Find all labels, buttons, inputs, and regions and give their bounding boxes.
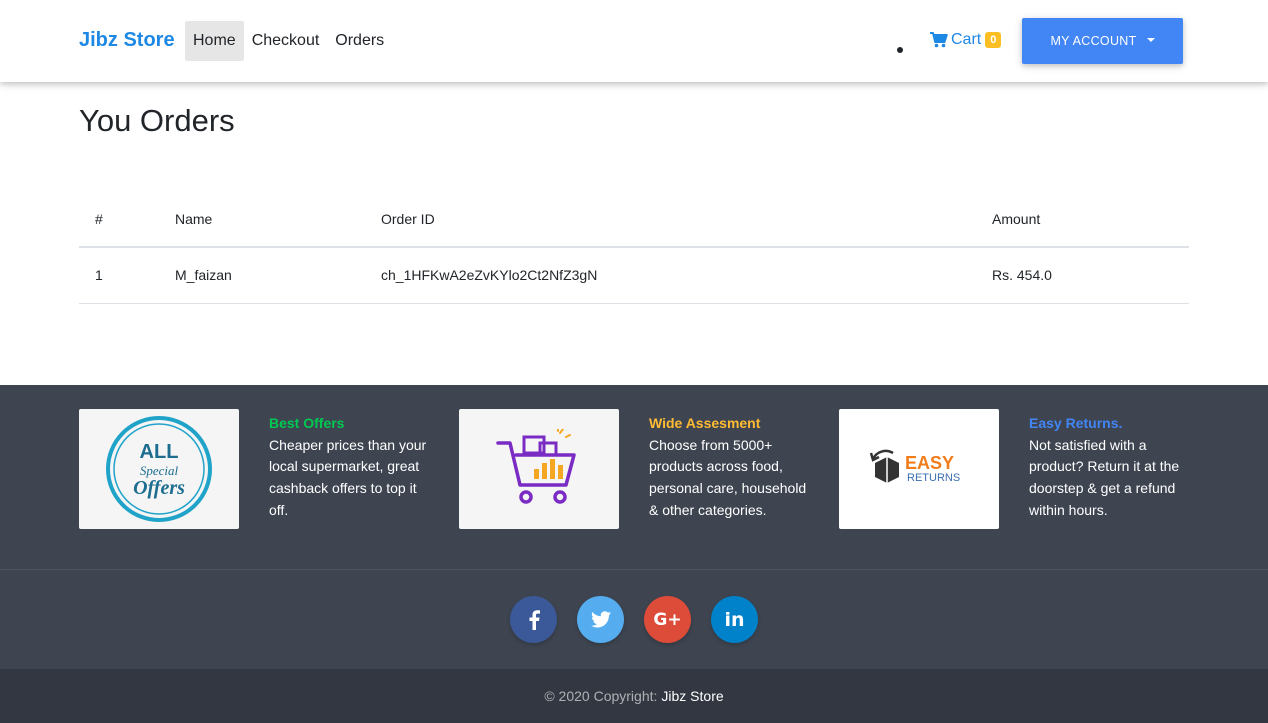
orders-table: # Name Order ID Amount 1 M_faizan ch_1HF… bbox=[79, 191, 1189, 304]
facebook-button[interactable] bbox=[510, 596, 557, 643]
nav-link-checkout[interactable]: Checkout bbox=[244, 21, 328, 61]
feature-title-best-offers: Best Offers bbox=[269, 415, 345, 431]
feature-easy-returns: Easy Returns. Not satisfied with a produ… bbox=[1029, 413, 1194, 522]
cell-name: M_faizan bbox=[159, 247, 365, 304]
feature-title-wide-assesment: Wide Assesment bbox=[649, 415, 761, 431]
social-section: G+ in bbox=[0, 569, 1268, 669]
easy-returns-image: EASY RETURNS bbox=[839, 409, 999, 529]
column-header-number: # bbox=[79, 191, 159, 248]
nav-link-orders[interactable]: Orders bbox=[327, 21, 392, 61]
column-header-amount: Amount bbox=[976, 191, 1189, 248]
copyright-bar: © 2020 Copyright: Jibz Store bbox=[0, 669, 1268, 723]
column-header-order-id: Order ID bbox=[365, 191, 976, 248]
column-header-name: Name bbox=[159, 191, 365, 248]
return-box-icon: EASY RETURNS bbox=[869, 449, 960, 484]
svg-text:ALL: ALL bbox=[140, 441, 179, 463]
wide-assesment-image bbox=[459, 409, 619, 529]
svg-text:Offers: Offers bbox=[133, 477, 185, 499]
cart-link[interactable]: Cart 0 bbox=[930, 31, 1002, 49]
features-section: ALL Special Offers Best Offers Cheaper p… bbox=[0, 385, 1268, 569]
feature-title-easy-returns: Easy Returns. bbox=[1029, 415, 1123, 431]
cell-amount: Rs. 454.0 bbox=[976, 247, 1189, 304]
facebook-icon bbox=[529, 609, 540, 630]
table-header-row: # Name Order ID Amount bbox=[79, 191, 1189, 248]
cell-number: 1 bbox=[79, 247, 159, 304]
google-plus-button[interactable]: G+ bbox=[644, 596, 691, 643]
linkedin-icon: in bbox=[724, 608, 745, 631]
google-plus-icon: G+ bbox=[653, 609, 682, 630]
feature-text-wide-assesment: Choose from 5000+ products across food, … bbox=[649, 436, 807, 518]
copyright-text: © 2020 Copyright: bbox=[544, 688, 658, 704]
cart-count-badge: 0 bbox=[985, 32, 1002, 48]
caret-down-icon bbox=[1146, 38, 1155, 42]
feature-best-offers: Best Offers Cheaper prices than your loc… bbox=[269, 413, 434, 522]
my-account-label: MY ACCOUNT bbox=[1050, 34, 1137, 48]
special-offers-badge: ALL Special Offers bbox=[106, 416, 212, 522]
twitter-button[interactable] bbox=[577, 596, 624, 643]
svg-text:RETURNS: RETURNS bbox=[907, 472, 960, 484]
nav-links: Home Checkout Orders bbox=[185, 21, 392, 61]
my-account-dropdown-button[interactable]: MY ACCOUNT bbox=[1022, 18, 1183, 64]
copyright-store-link[interactable]: Jibz Store bbox=[661, 688, 723, 704]
nav-bullet bbox=[897, 47, 903, 53]
cart-label: Cart bbox=[951, 31, 982, 48]
svg-text:EASY: EASY bbox=[905, 453, 954, 473]
nav-link-home[interactable]: Home bbox=[185, 21, 244, 61]
special-offers-image: ALL Special Offers bbox=[79, 409, 239, 529]
brand-logo[interactable]: Jibz Store bbox=[79, 29, 175, 52]
table-row: 1 M_faizan ch_1HFKwA2eZvKYlo2Ct2NfZ3gN R… bbox=[79, 247, 1189, 304]
linkedin-button[interactable]: in bbox=[711, 596, 758, 643]
shopping-cart-illustration bbox=[496, 429, 576, 504]
shopping-cart-icon bbox=[930, 32, 948, 48]
feature-text-easy-returns: Not satisfied with a product? Return it … bbox=[1029, 436, 1180, 518]
page-title: You Orders bbox=[79, 103, 235, 138]
svg-text:Special: Special bbox=[140, 463, 179, 478]
twitter-icon bbox=[590, 611, 611, 628]
feature-text-best-offers: Cheaper prices than your local supermark… bbox=[269, 436, 427, 518]
cell-order-id: ch_1HFKwA2eZvKYlo2Ct2NfZ3gN bbox=[365, 247, 976, 304]
feature-wide-assesment: Wide Assesment Choose from 5000+ product… bbox=[649, 413, 814, 522]
navbar: Jibz Store Home Checkout Orders Cart 0 M… bbox=[0, 0, 1268, 82]
